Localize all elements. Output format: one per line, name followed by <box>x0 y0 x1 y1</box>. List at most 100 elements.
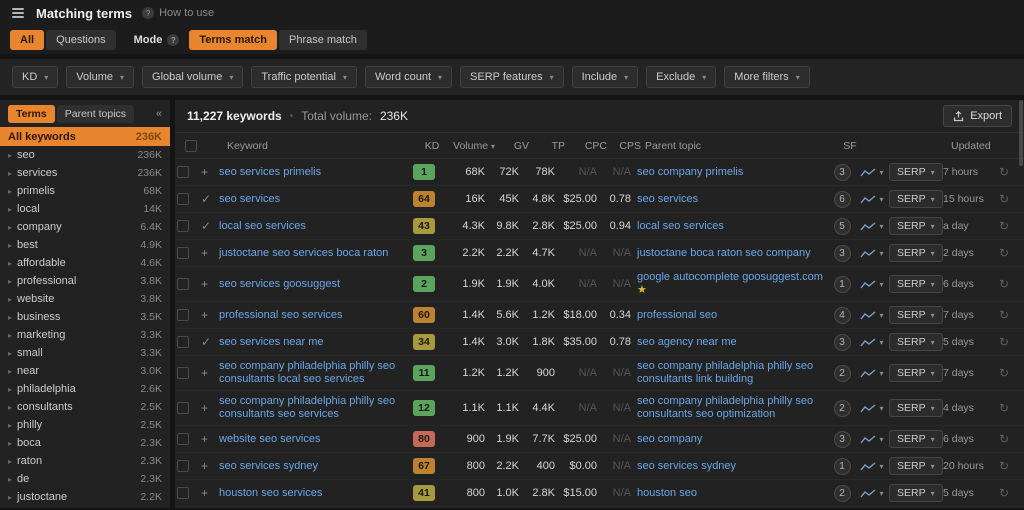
row-checkbox[interactable] <box>177 460 189 472</box>
refresh-icon[interactable]: ↻ <box>999 308 1015 322</box>
trend-dropdown[interactable]: ▾ <box>855 221 889 232</box>
trend-dropdown[interactable]: ▾ <box>855 368 889 379</box>
how-to-use-link[interactable]: ? How to use <box>142 7 214 19</box>
serp-button[interactable]: SERP ▾ <box>889 190 943 208</box>
expand-arrow-icon[interactable]: ▸ <box>8 169 12 178</box>
expand-arrow-icon[interactable]: ▸ <box>8 151 12 160</box>
header-updated[interactable]: Updated <box>951 140 1007 152</box>
parent-topic-link[interactable]: seo company <box>637 433 702 445</box>
serp-button[interactable]: SERP ▾ <box>889 430 943 448</box>
filter-dropdown[interactable]: Exclude ▾ <box>646 66 717 88</box>
hamburger-menu-icon[interactable] <box>10 6 26 20</box>
expand-arrow-icon[interactable]: ▸ <box>8 493 12 502</box>
serp-features-badge[interactable]: 1 <box>833 457 851 475</box>
add-to-list-icon[interactable]: + <box>201 277 219 291</box>
sidebar-item[interactable]: ▸ affordable 4.6K <box>0 254 170 272</box>
keyword-link[interactable]: professional seo services <box>219 309 343 321</box>
serp-button[interactable]: SERP ▾ <box>889 399 943 417</box>
add-to-list-icon[interactable]: + <box>201 486 219 500</box>
filter-dropdown[interactable]: SERP features ▾ <box>460 66 564 88</box>
trend-dropdown[interactable]: ▾ <box>855 434 889 445</box>
collapse-sidebar-icon[interactable]: « <box>156 108 162 120</box>
filter-dropdown[interactable]: KD ▾ <box>12 66 59 88</box>
tab-terms-match[interactable]: Terms match <box>189 30 277 50</box>
sidebar-item[interactable]: ▸ business 3.5K <box>0 308 170 326</box>
parent-topic-link[interactable]: seo company primelis <box>637 166 743 178</box>
add-to-list-icon[interactable]: + <box>201 308 219 322</box>
serp-button[interactable]: SERP ▾ <box>889 275 943 293</box>
sidebar-item[interactable]: ▸ professional 3.8K <box>0 272 170 290</box>
sidebar-item[interactable]: ▸ consultants 2.5K <box>0 398 170 416</box>
row-checkbox[interactable] <box>177 487 189 499</box>
header-parent-topic[interactable]: Parent topic <box>641 140 837 152</box>
keyword-link[interactable]: seo company philadelphia philly seo cons… <box>219 360 395 385</box>
refresh-icon[interactable]: ↻ <box>999 246 1015 260</box>
expand-arrow-icon[interactable]: ▸ <box>8 205 12 214</box>
add-to-list-icon[interactable]: + <box>201 459 219 473</box>
sidebar-item[interactable]: ▸ philadelphia 2.6K <box>0 380 170 398</box>
vertical-scrollbar[interactable] <box>1019 100 1023 166</box>
trend-dropdown[interactable]: ▾ <box>855 167 889 178</box>
tab-questions[interactable]: Questions <box>46 30 116 50</box>
serp-button[interactable]: SERP ▾ <box>889 484 943 502</box>
keyword-link[interactable]: website seo services <box>219 433 321 445</box>
trend-dropdown[interactable]: ▾ <box>855 279 889 290</box>
expand-arrow-icon[interactable]: ▸ <box>8 439 12 448</box>
sidebar-item[interactable]: ▸ local 14K <box>0 200 170 218</box>
serp-button[interactable]: SERP ▾ <box>889 163 943 181</box>
serp-features-badge[interactable]: 1 <box>833 275 851 293</box>
serp-button[interactable]: SERP ▾ <box>889 457 943 475</box>
expand-arrow-icon[interactable]: ▸ <box>8 349 12 358</box>
expand-arrow-icon[interactable]: ▸ <box>8 421 12 430</box>
add-to-list-icon[interactable]: + <box>201 432 219 446</box>
expand-arrow-icon[interactable]: ▸ <box>8 241 12 250</box>
filter-dropdown[interactable]: Traffic potential ▾ <box>251 66 357 88</box>
parent-topic-link[interactable]: seo services <box>637 193 698 205</box>
expand-arrow-icon[interactable]: ▸ <box>8 187 12 196</box>
refresh-icon[interactable]: ↻ <box>999 192 1015 206</box>
sidebar-all-keywords[interactable]: All keywords 236K <box>0 127 170 146</box>
row-checkbox[interactable] <box>177 220 189 232</box>
row-checkbox[interactable] <box>177 193 189 205</box>
trend-dropdown[interactable]: ▾ <box>855 403 889 414</box>
header-kd[interactable]: KD <box>415 140 449 152</box>
sidebar-item[interactable]: ▸ small 3.3K <box>0 344 170 362</box>
refresh-icon[interactable]: ↻ <box>999 486 1015 500</box>
refresh-icon[interactable]: ↻ <box>999 432 1015 446</box>
expand-arrow-icon[interactable]: ▸ <box>8 367 12 376</box>
add-to-list-icon[interactable]: + <box>201 401 219 415</box>
sidebar-item[interactable]: ▸ best 4.9K <box>0 236 170 254</box>
parent-topic-link[interactable]: justoctane boca raton seo company <box>637 247 811 259</box>
keyword-link[interactable]: seo services <box>219 193 280 205</box>
serp-features-badge[interactable]: 3 <box>833 244 851 262</box>
serp-features-badge[interactable]: 6 <box>833 190 851 208</box>
expand-arrow-icon[interactable]: ▸ <box>8 385 12 394</box>
sidebar-tab-terms[interactable]: Terms <box>8 105 55 123</box>
header-tp[interactable]: TP <box>529 140 565 152</box>
header-gv[interactable]: GV <box>495 140 529 152</box>
refresh-icon[interactable]: ↻ <box>999 277 1015 291</box>
row-checkbox[interactable] <box>177 367 189 379</box>
trend-dropdown[interactable]: ▾ <box>855 310 889 321</box>
export-button[interactable]: Export <box>943 105 1012 127</box>
serp-features-badge[interactable]: 2 <box>833 484 851 502</box>
keyword-link[interactable]: seo services sydney <box>219 460 318 472</box>
serp-button[interactable]: SERP ▾ <box>889 306 943 324</box>
sidebar-item[interactable]: ▸ primelis 68K <box>0 182 170 200</box>
trend-dropdown[interactable]: ▾ <box>855 248 889 259</box>
serp-features-badge[interactable]: 3 <box>833 333 851 351</box>
header-cpc[interactable]: CPC <box>565 140 607 152</box>
mode-help-icon[interactable]: ? <box>167 34 180 46</box>
serp-features-badge[interactable]: 2 <box>833 364 851 382</box>
sidebar-tab-parent-topics[interactable]: Parent topics <box>56 105 135 123</box>
filter-dropdown[interactable]: Include ▾ <box>571 66 639 88</box>
filter-dropdown[interactable]: Word count ▾ <box>364 66 453 88</box>
expand-arrow-icon[interactable]: ▸ <box>8 313 12 322</box>
refresh-icon[interactable]: ↻ <box>999 366 1015 380</box>
add-to-list-icon[interactable]: + <box>201 246 219 260</box>
keyword-link[interactable]: justoctane seo services boca raton <box>219 247 388 259</box>
parent-topic-link[interactable]: seo company philadelphia philly seo cons… <box>637 395 813 420</box>
serp-features-badge[interactable]: 2 <box>833 399 851 417</box>
add-to-list-icon[interactable]: + <box>201 366 219 380</box>
row-checkbox[interactable] <box>177 433 189 445</box>
